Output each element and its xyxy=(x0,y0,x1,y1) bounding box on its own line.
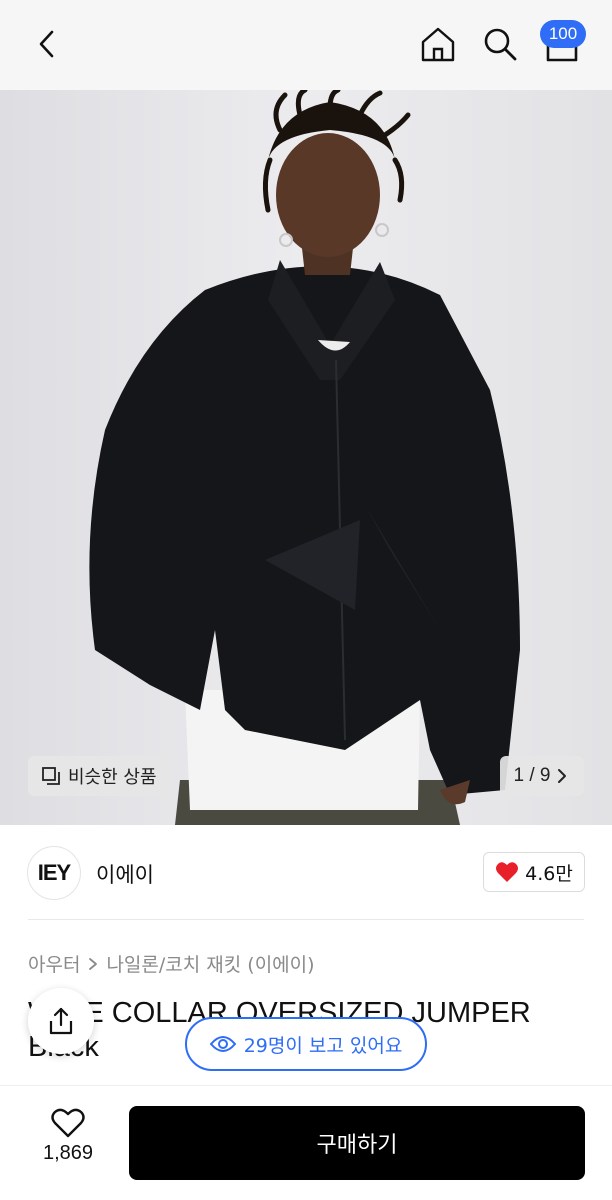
chevron-left-icon xyxy=(39,30,54,58)
breadcrumb-subcategory[interactable]: 나일론/코치 재킷 (이에이) xyxy=(106,950,314,977)
viewers-indicator: 29명이 보고 있어요 xyxy=(185,1017,427,1071)
share-button[interactable] xyxy=(28,988,94,1054)
brand-row: IEY 이에이 4.6만 xyxy=(0,825,612,920)
eye-icon xyxy=(209,1036,236,1052)
chevron-right-icon xyxy=(558,769,567,783)
share-icon xyxy=(49,1007,73,1035)
search-icon xyxy=(484,28,517,61)
image-counter-label: 1 / 9 xyxy=(513,765,551,786)
wishlist-count: 1,869 xyxy=(42,1142,94,1164)
breadcrumb-category[interactable]: 아우터 xyxy=(28,950,80,977)
search-button[interactable] xyxy=(478,22,522,66)
product-photo xyxy=(0,90,612,825)
image-counter-button[interactable]: 1 / 9 xyxy=(500,756,584,796)
wishlist-button[interactable]: 1,869 xyxy=(28,1108,108,1178)
chevron-right-icon xyxy=(89,957,98,970)
brand-like-count: 4.6만 xyxy=(525,862,573,885)
copy-icon xyxy=(42,767,60,785)
brand-logo-text: IEY xyxy=(37,860,71,885)
home-button[interactable] xyxy=(416,22,460,66)
heart-outline-icon xyxy=(51,1108,85,1138)
brand-logo[interactable]: IEY xyxy=(27,846,81,900)
brand-like-button[interactable]: 4.6만 xyxy=(483,852,585,892)
viewers-label: 29명이 보고 있어요 xyxy=(243,1034,403,1057)
similar-products-label: 비슷한 상품 xyxy=(68,767,157,788)
cart-count-badge: 100 xyxy=(540,20,586,48)
heart-icon xyxy=(496,862,519,882)
home-icon xyxy=(421,27,455,62)
product-image-gallery[interactable] xyxy=(0,90,612,825)
breadcrumb: 아우터 나일론/코치 재킷 (이에이) xyxy=(28,950,315,977)
brand-name[interactable]: 이에이 xyxy=(96,859,154,889)
similar-products-button[interactable]: 비슷한 상품 xyxy=(28,756,169,796)
bottom-purchase-bar: 1,869 구매하기 xyxy=(0,1085,612,1200)
back-button[interactable] xyxy=(26,22,70,66)
top-navigation-bar: 100 xyxy=(0,0,612,90)
buy-button[interactable]: 구매하기 xyxy=(129,1106,585,1180)
divider xyxy=(28,919,584,920)
